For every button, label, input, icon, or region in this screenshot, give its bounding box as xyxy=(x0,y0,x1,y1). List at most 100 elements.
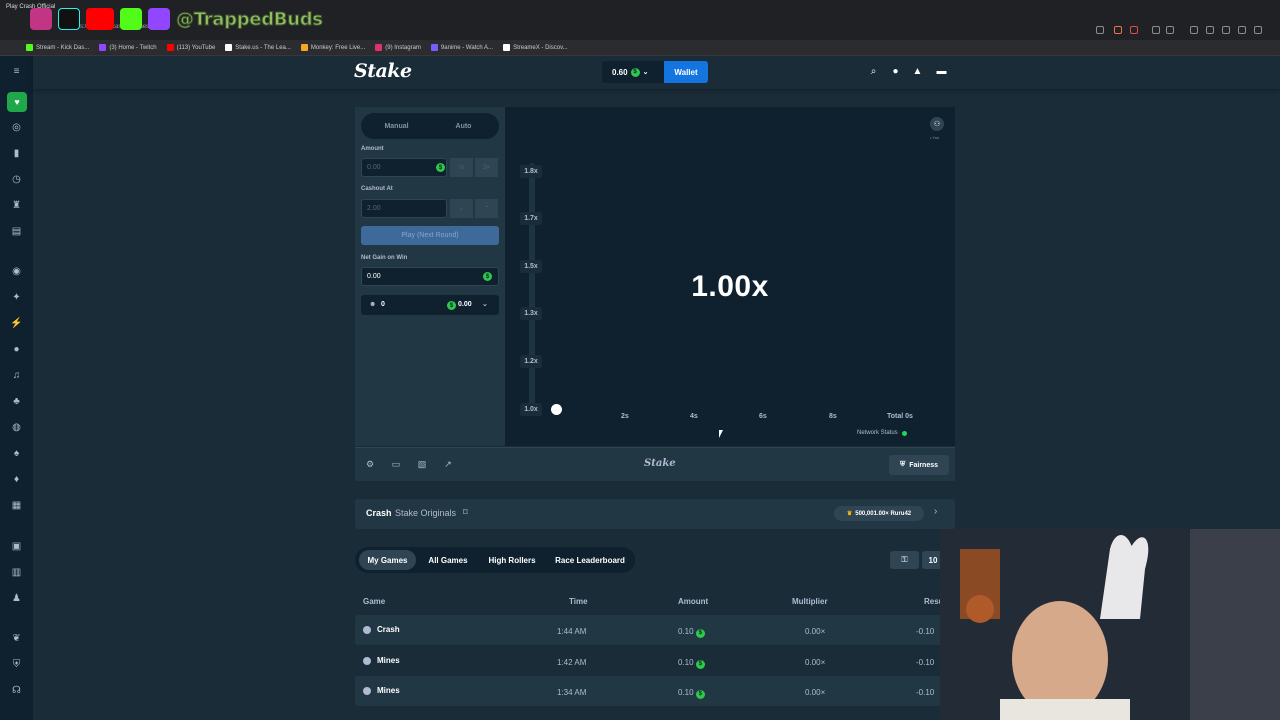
lobby-icon[interactable]: ◎ xyxy=(11,122,22,133)
bookmark-item[interactable]: 9anime - Watch A... xyxy=(430,44,493,51)
crash-icon xyxy=(363,625,371,634)
bookmark-label: (3) Home - Twitch xyxy=(109,44,157,51)
live-casino-icon[interactable]: ● xyxy=(11,344,22,355)
cashout-input[interactable]: 2.00 xyxy=(361,199,447,218)
bookmark-label: Stake.us - The Lea... xyxy=(235,44,291,51)
game-name: Mines xyxy=(377,686,400,695)
tab-high-rollers[interactable]: High Rollers xyxy=(482,550,542,570)
bookmark-label: Monkey: Free Live... xyxy=(310,44,366,51)
table-row[interactable]: Mines 1:34 AM 0.10 $ 0.00× -0.10 xyxy=(355,676,955,706)
blackjack-icon[interactable]: ♠ xyxy=(11,448,22,459)
table-games-icon[interactable]: ♣ xyxy=(11,396,22,407)
balance-selector[interactable]: 0.60 $ ⌄ xyxy=(602,61,664,83)
stats-icon[interactable]: ▧ xyxy=(417,459,427,469)
settings-icon[interactable]: ⚙ xyxy=(365,459,375,469)
y-tick-label: 1.5x xyxy=(520,260,542,273)
play-button[interactable]: Play (Next Round) xyxy=(361,226,499,245)
currency-icon: $ xyxy=(447,301,456,310)
menu-icon[interactable]: ≡ xyxy=(11,66,22,77)
originals-icon[interactable]: ◉ xyxy=(11,266,22,277)
players-summary[interactable]: ☻ 0 $ 0.00 ⌄ xyxy=(361,295,499,315)
game-cell[interactable]: Mines xyxy=(363,656,400,665)
amount-input[interactable]: 0.00 $ xyxy=(361,158,447,177)
currency-icon: $ xyxy=(436,163,445,172)
game-title: Crash xyxy=(366,508,392,518)
chevron-right-icon[interactable]: › xyxy=(934,506,937,517)
roulette-icon[interactable]: ◍ xyxy=(11,422,22,433)
chat-icon[interactable]: ▬ xyxy=(936,66,947,77)
live-support-icon[interactable]: ☊ xyxy=(11,685,22,696)
balance-value: 0.60 xyxy=(612,67,628,77)
players-toggle-icon[interactable]: ⚇ xyxy=(930,117,944,131)
extension-icon[interactable] xyxy=(1152,26,1160,34)
music-icon[interactable] xyxy=(1190,26,1198,34)
casino-icon[interactable]: ♥ xyxy=(7,92,27,112)
tab-my-games[interactable]: My Games xyxy=(359,550,416,570)
currency-icon: $ xyxy=(695,628,705,638)
user-icon[interactable]: ● xyxy=(890,66,901,77)
record-badge[interactable]: ♛ 500,001.00× Ruru42 xyxy=(834,506,924,521)
tab-all-games[interactable]: All Games xyxy=(422,550,474,570)
recent-icon[interactable]: ◷ xyxy=(11,174,22,185)
sidebar-icon[interactable] xyxy=(1206,26,1214,34)
extension-icon[interactable] xyxy=(1166,26,1174,34)
bookmark-item[interactable]: (113) YouTube xyxy=(166,44,216,51)
rewards-icon[interactable] xyxy=(1130,26,1138,34)
bookmark-item[interactable]: (3) Home - Twitch xyxy=(99,44,157,51)
bookmark-item[interactable]: Monkey: Free Live... xyxy=(300,44,366,51)
theatre-mode-icon[interactable]: ▭ xyxy=(391,459,401,469)
vpn-icon[interactable] xyxy=(1238,26,1246,34)
bookmark-icon[interactable]: ⌑ xyxy=(463,507,468,518)
tab-manual[interactable]: Manual xyxy=(363,113,430,139)
security-icon[interactable]: ⛨ xyxy=(11,659,22,670)
multiplier-cell: 0.00× xyxy=(805,658,826,667)
bell-icon[interactable]: ▲ xyxy=(912,66,923,77)
game-cell[interactable]: Mines xyxy=(363,686,400,695)
bookmark-item[interactable]: Stream - Kick Das... xyxy=(26,44,89,51)
filter-icon[interactable]: ⚿ xyxy=(890,551,919,569)
bookmark-item[interactable]: (9) Instagram xyxy=(375,44,421,51)
twitch-icon xyxy=(148,8,170,30)
affiliate-icon[interactable]: ♟ xyxy=(11,593,22,604)
cashout-increase-button[interactable]: ⌃ xyxy=(475,199,498,218)
tab-race-leaderboard[interactable]: Race Leaderboard xyxy=(550,550,630,570)
brave-shield-icon[interactable] xyxy=(1114,26,1122,34)
bookmark-item[interactable]: StreameX - Discov... xyxy=(503,44,568,51)
column-header: Amount xyxy=(678,597,709,606)
cashout-decrease-button[interactable]: ⌄ xyxy=(450,199,473,218)
bookmark-label: (113) YouTube xyxy=(176,44,216,51)
categories-icon[interactable]: ▦ xyxy=(11,500,22,511)
half-button[interactable]: ½ xyxy=(450,158,473,177)
challenges-icon[interactable]: ♜ xyxy=(11,200,22,211)
amount-value: 0.10 xyxy=(678,627,694,636)
bookmark-item[interactable]: Stake.us - The Lea... xyxy=(225,44,291,51)
game-name: Crash xyxy=(377,625,400,634)
favourites-icon[interactable]: ▮ xyxy=(11,148,22,159)
table-row[interactable]: Mines 1:42 AM 0.10 $ 0.00× -0.10 xyxy=(355,646,955,676)
exclusives-icon[interactable]: ✦ xyxy=(11,292,22,303)
tab-auto[interactable]: Auto xyxy=(430,113,497,139)
bets-icon[interactable]: ▤ xyxy=(11,226,22,237)
left-rail: ≡ ♥ ◎ ▮ ◷ ♜ ▤ ◉ ✦ ⚡ ● ♫ ♣ ◍ ♠ ♦ ▦ ▣ ▥ ♟ … xyxy=(0,56,33,720)
currency-icon: $ xyxy=(483,272,492,281)
menu-icon[interactable] xyxy=(1254,26,1262,34)
game-shows-icon[interactable]: ♫ xyxy=(11,370,22,381)
responsible-gambling-icon[interactable]: ❦ xyxy=(11,633,22,644)
graph-point xyxy=(551,404,562,415)
table-row[interactable]: Crash 1:44 AM 0.10 $ 0.00× -0.10 xyxy=(355,615,955,645)
search-icon[interactable]: ⌕ xyxy=(868,66,879,77)
poker-icon[interactable]: ♦ xyxy=(11,474,22,485)
slots-icon[interactable]: ⚡ xyxy=(10,318,22,329)
stake-logo[interactable]: Stake xyxy=(354,60,412,82)
double-button[interactable]: 2× xyxy=(475,158,498,177)
wallet-button[interactable]: Wallet xyxy=(664,61,708,83)
wallet-icon[interactable] xyxy=(1222,26,1230,34)
y-tick-label: 1.8x xyxy=(520,165,542,178)
popout-icon[interactable]: ↗ xyxy=(443,459,453,469)
fairness-button[interactable]: ⛨ Fairness xyxy=(889,455,949,475)
lock-icon[interactable] xyxy=(1096,26,1104,34)
promotions-icon[interactable]: ▣ xyxy=(11,541,22,552)
game-cell[interactable]: Crash xyxy=(363,625,400,634)
currency-icon: $ xyxy=(695,659,705,669)
blog-icon[interactable]: ▥ xyxy=(11,567,22,578)
